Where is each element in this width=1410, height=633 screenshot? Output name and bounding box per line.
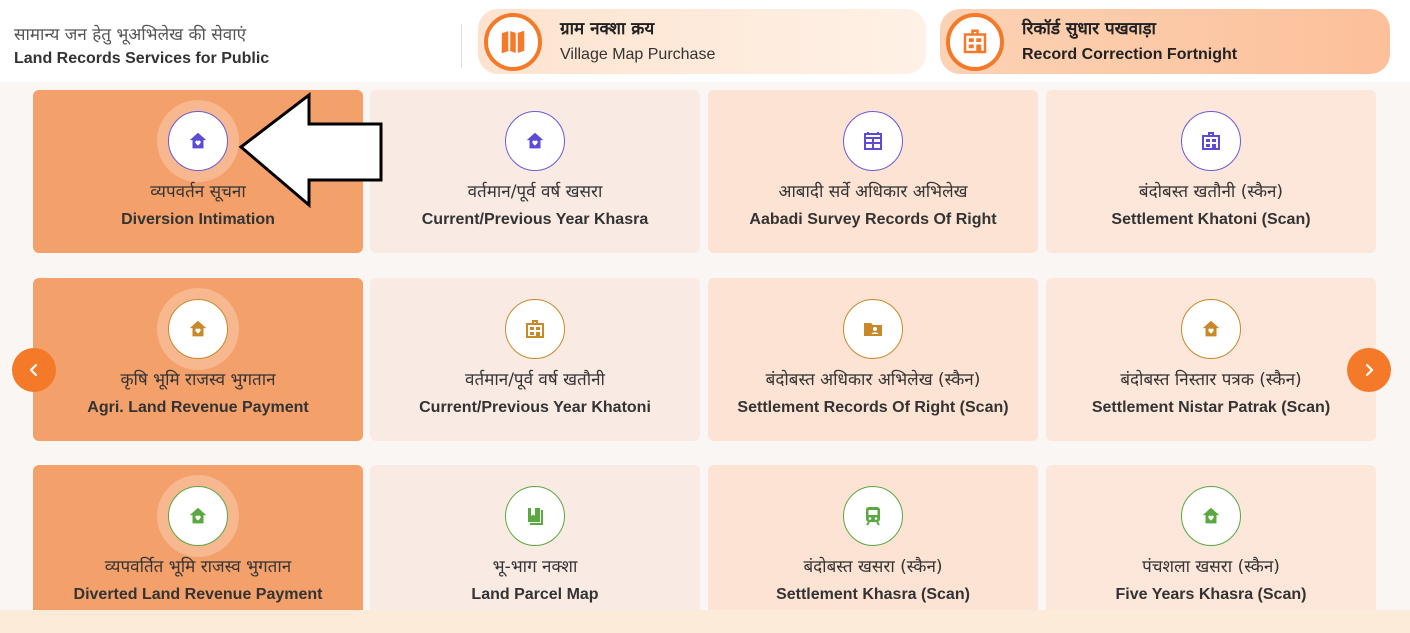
card-label-hindi: आबादी सर्वे अधिकार अभिलेख	[778, 182, 968, 202]
card-label-english: Settlement Khatoni (Scan)	[1111, 211, 1311, 228]
home-heart-icon	[1181, 299, 1241, 359]
card-label-english: Current/Previous Year Khasra	[421, 211, 649, 228]
village-map-purchase-english: Village Map Purchase	[560, 45, 716, 63]
carousel-prev-button[interactable]	[12, 348, 56, 392]
card-current-previous-khasra[interactable]: वर्तमान/पूर्व वर्ष खसरा Current/Previous…	[370, 90, 700, 253]
card-label-english: Settlement Nistar Patrak (Scan)	[1091, 399, 1331, 416]
book-icon	[505, 486, 565, 546]
card-label-hindi: बंदोबस्त निस्तार पत्रक (स्कैन)	[1120, 370, 1302, 390]
train-icon	[843, 486, 903, 546]
card-label-hindi: कृषि भूमि राजस्व भुगतान	[120, 370, 276, 390]
card-label-hindi: भू-भाग नक्शा	[492, 557, 578, 577]
card-land-parcel-map[interactable]: भू-भाग नक्शा Land Parcel Map	[370, 465, 700, 628]
card-label-english: Five Years Khasra (Scan)	[1115, 586, 1307, 603]
card-label-hindi: पंचशला खसरा (स्कैन)	[1142, 557, 1280, 577]
card-label-english: Aabadi Survey Records Of Right	[749, 211, 997, 228]
card-label-english: Settlement Records Of Right (Scan)	[737, 399, 1009, 416]
card-label-english: Diversion Intimation	[121, 211, 275, 228]
chevron-right-icon	[1365, 363, 1374, 377]
card-label-english: Current/Previous Year Khatoni	[419, 399, 651, 416]
card-label-hindi: वर्तमान/पूर्व वर्ष खसरा	[467, 182, 603, 202]
building-icon	[946, 12, 1004, 71]
annotation-arrow-icon	[238, 92, 383, 209]
table-icon	[843, 111, 903, 171]
building-icon	[1181, 111, 1241, 171]
header-title-hindi: सामान्य जन हेतु भूअभिलेख की सेवाएं	[14, 25, 247, 45]
home-heart-icon	[1181, 486, 1241, 546]
card-label-hindi: बंदोबस्त खसरा (स्कैन)	[803, 557, 943, 577]
card-diverted-land-revenue-payment[interactable]: व्यपवर्तित भूमि राजस्व भुगतान Diverted L…	[33, 465, 363, 628]
card-current-previous-khatoni[interactable]: वर्तमान/पूर्व वर्ष खतौनी Current/Previou…	[370, 278, 700, 441]
card-settlement-khasra[interactable]: बंदोबस्त खसरा (स्कैन) Settlement Khasra …	[708, 465, 1038, 628]
header-title: सामान्य जन हेतु भूअभिलेख की सेवाएं Land …	[14, 24, 269, 70]
carousel-next-button[interactable]	[1347, 348, 1391, 392]
card-five-years-khasra[interactable]: पंचशला खसरा (स्कैन) Five Years Khasra (S…	[1046, 465, 1376, 628]
record-correction-hindi: रिकॉर्ड सुधार पखवाड़ा	[1022, 18, 1156, 39]
chevron-left-icon	[29, 363, 38, 377]
card-settlement-nistar-patrak[interactable]: बंदोबस्त निस्तार पत्रक (स्कैन) Settlemen…	[1046, 278, 1376, 441]
card-label-hindi: वर्तमान/पूर्व वर्ष खतौनी	[465, 370, 605, 390]
card-label-english: Diverted Land Revenue Payment	[73, 586, 323, 603]
bottom-band	[0, 610, 1410, 633]
header-divider	[461, 24, 462, 68]
header-title-english: Land Records Services for Public	[14, 50, 270, 67]
village-map-purchase-link[interactable]: ग्राम नक्शा क्रय Village Map Purchase	[478, 9, 926, 74]
record-correction-english: Record Correction Fortnight	[1022, 45, 1238, 63]
card-label-hindi: बंदोबस्त अधिकार अभिलेख (स्कैन)	[765, 370, 981, 390]
card-label-english: Land Parcel Map	[471, 586, 599, 603]
card-settlement-records-of-right[interactable]: बंदोबस्त अधिकार अभिलेख (स्कैन) Settlemen…	[708, 278, 1038, 441]
card-aabadi-survey-records[interactable]: आबादी सर्वे अधिकार अभिलेख Aabadi Survey …	[708, 90, 1038, 253]
card-label-english: Agri. Land Revenue Payment	[87, 399, 309, 416]
village-map-purchase-hindi: ग्राम नक्शा क्रय	[560, 18, 655, 39]
home-heart-icon	[168, 486, 228, 546]
map-icon	[484, 12, 542, 71]
home-heart-icon	[168, 299, 228, 359]
card-label-hindi: व्यपवर्तित भूमि राजस्व भुगतान	[104, 557, 292, 577]
card-settlement-khatoni[interactable]: बंदोबस्त खतौनी (स्कैन) Settlement Khaton…	[1046, 90, 1376, 253]
card-agri-land-revenue-payment[interactable]: कृषि भूमि राजस्व भुगतान Agri. Land Reven…	[33, 278, 363, 441]
record-correction-fortnight-link[interactable]: रिकॉर्ड सुधार पखवाड़ा Record Correction …	[940, 9, 1390, 74]
card-label-hindi: बंदोबस्त खतौनी (स्कैन)	[1138, 182, 1284, 202]
card-label-english: Settlement Khasra (Scan)	[776, 586, 970, 603]
page: सामान्य जन हेतु भूअभिलेख की सेवाएं Land …	[0, 0, 1410, 633]
building-icon	[505, 299, 565, 359]
home-heart-icon	[505, 111, 565, 171]
home-heart-icon	[168, 111, 228, 171]
folder-user-icon	[843, 299, 903, 359]
